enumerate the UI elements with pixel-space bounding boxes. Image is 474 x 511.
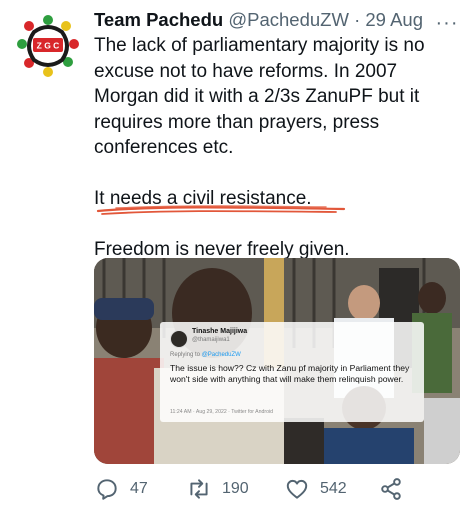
tweet-line: excuse not to have reforms. In 2007	[94, 60, 398, 82]
avatar-logo-icon: Z G C	[15, 13, 81, 79]
share-icon	[381, 478, 401, 500]
reply-count: 47	[130, 480, 148, 497]
reply-icon	[97, 479, 117, 500]
retweet-button[interactable]: 190	[186, 474, 249, 504]
retweet-icon	[190, 479, 208, 499]
share-button[interactable]	[378, 474, 404, 504]
retweet-count: 190	[222, 480, 249, 497]
embedded-replying-to: Replying to @PacheduZW	[170, 352, 241, 358]
handle[interactable]: @PacheduZW	[228, 9, 349, 30]
like-count: 542	[320, 480, 347, 497]
embedded-avatar	[170, 330, 188, 348]
tweet-line: conferences etc.	[94, 137, 234, 158]
tweet-line: requires more than prayers, press	[94, 111, 380, 133]
embedded-tweet-screenshot: Tinashe Majijiwa @thamaijiwa1 Replying t…	[160, 322, 424, 422]
embedded-tweet-footer: 11:24 AM · Aug 29, 2022 · Twitter for An…	[170, 409, 274, 415]
embedded-name: Tinashe Majijiwa	[192, 328, 248, 335]
tweet-date[interactable]: 29 Aug	[365, 9, 423, 30]
like-icon	[286, 479, 308, 499]
tweet-line: The lack of parliamentary majority is no	[94, 35, 425, 56]
embedded-replying-prefix: Replying to	[170, 352, 201, 358]
like-button[interactable]: 542	[284, 474, 347, 504]
avatar[interactable]: Z G C	[14, 12, 82, 80]
display-name[interactable]: Team Pachedu	[94, 9, 223, 30]
tweet-header: Team Pachedu @PacheduZW · 29 Aug	[94, 8, 423, 32]
scribble-underline	[96, 205, 346, 215]
tweet-text: The lack of parliamentary majority is no…	[94, 33, 466, 263]
avatar-badge-text: Z G C	[37, 41, 60, 51]
reply-button[interactable]: 47	[94, 474, 148, 504]
embedded-tweet-text: The issue is how?? Cz with Zanu pf major…	[170, 363, 410, 384]
tweet-media-image[interactable]: Tinashe Majijiwa @thamaijiwa1 Replying t…	[94, 258, 460, 464]
more-icon[interactable]: ···	[434, 12, 460, 34]
embedded-handle: @thamaijiwa1	[192, 337, 230, 343]
separator: ·	[354, 9, 361, 30]
embedded-replying-handle: @PacheduZW	[201, 352, 241, 358]
tweet-actions: 47 190 542	[94, 474, 466, 504]
tweet-line: Morgan did it with a 2/3s ZanuPF but it	[94, 86, 420, 107]
